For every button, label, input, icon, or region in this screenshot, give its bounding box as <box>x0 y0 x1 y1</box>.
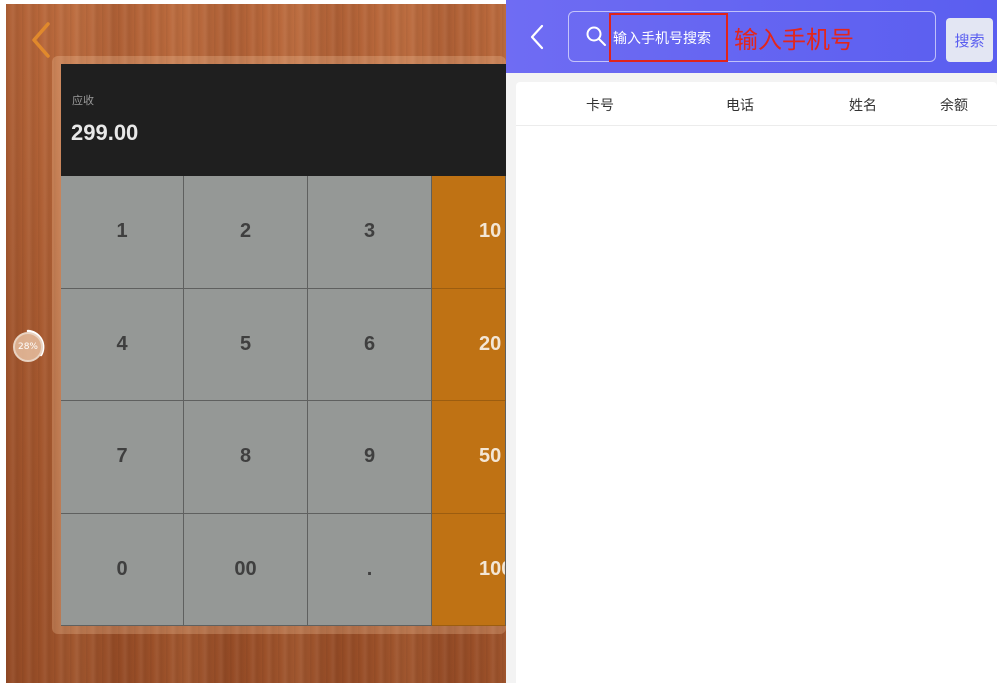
search-button[interactable]: 搜索 <box>946 18 993 62</box>
table-header: 卡号 电话 姓名 余额 <box>516 82 997 126</box>
amount-label: 应收 <box>72 94 94 107</box>
annotation-label: 输入手机号 <box>734 26 854 54</box>
key-decimal[interactable]: . <box>308 513 432 626</box>
phone-search-input[interactable] <box>609 24 729 53</box>
quick-amount-20[interactable]: 20 <box>432 288 506 401</box>
amount-value: 299.00 <box>71 120 139 145</box>
key-9[interactable]: 9 <box>308 401 432 514</box>
member-search-panel: 输入手机号 搜索 卡号 电话 姓名 余额 <box>506 0 997 683</box>
key-00[interactable]: 00 <box>184 513 308 626</box>
column-name: 姓名 <box>849 98 877 114</box>
key-1[interactable]: 1 <box>61 176 184 289</box>
member-table: 卡号 电话 姓名 余额 <box>516 82 997 683</box>
search-icon <box>586 26 606 46</box>
column-phone: 电话 <box>726 98 754 114</box>
quick-amount-100[interactable]: 100 <box>432 513 506 626</box>
key-5[interactable]: 5 <box>184 288 308 401</box>
column-card-number: 卡号 <box>586 98 614 114</box>
back-arrow-icon[interactable] <box>28 20 54 60</box>
key-0[interactable]: 0 <box>61 513 184 626</box>
back-chevron-icon[interactable] <box>530 24 544 50</box>
numeric-keypad: 1 2 3 10 4 5 6 20 7 8 9 50 0 00 . 100 <box>61 176 506 626</box>
key-2[interactable]: 2 <box>184 176 308 289</box>
quick-amount-10[interactable]: 10 <box>432 176 506 289</box>
key-3[interactable]: 3 <box>308 176 432 289</box>
amount-display: 应收 299.00 <box>61 64 506 176</box>
progress-badge[interactable]: 28% <box>13 332 43 362</box>
cashier-card: 应收 299.00 1 2 3 10 4 5 6 20 7 8 9 50 0 0… <box>61 64 506 626</box>
key-4[interactable]: 4 <box>61 288 184 401</box>
quick-amount-50[interactable]: 50 <box>432 401 506 514</box>
search-header: 输入手机号 搜索 <box>506 0 997 73</box>
column-balance: 余额 <box>940 98 968 114</box>
key-7[interactable]: 7 <box>61 401 184 514</box>
key-8[interactable]: 8 <box>184 401 308 514</box>
key-6[interactable]: 6 <box>308 288 432 401</box>
